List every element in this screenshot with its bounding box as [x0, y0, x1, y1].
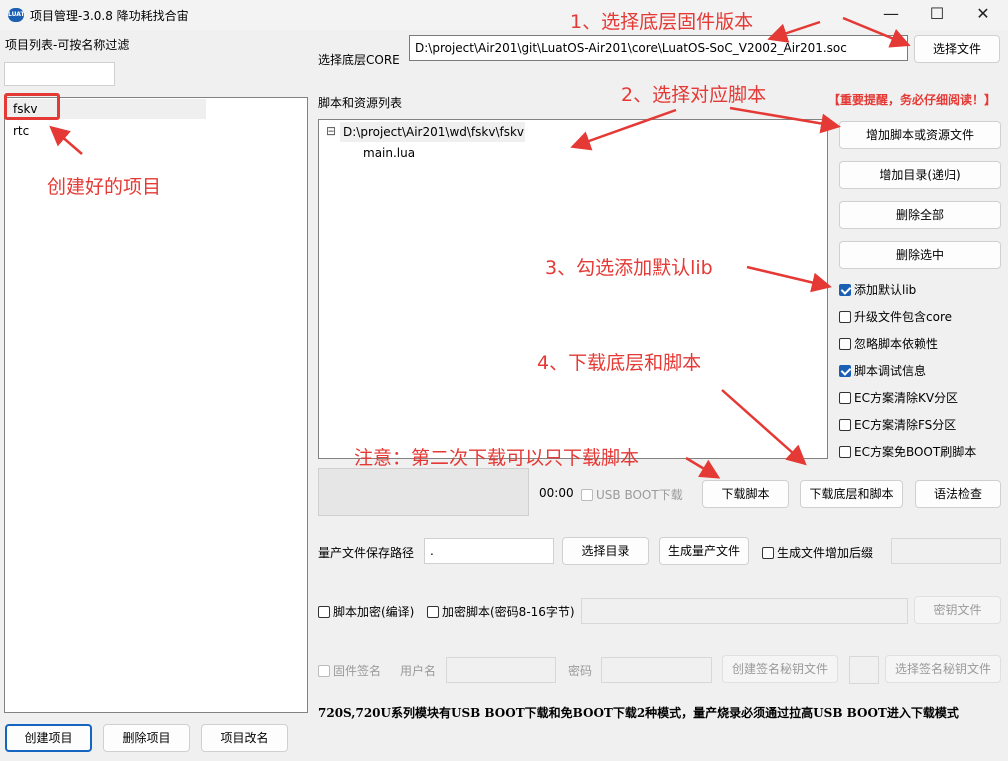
annotation-note: 注意：第二次下载可以只下载脚本	[354, 447, 640, 469]
tree-collapse-icon[interactable]: ⊟	[326, 124, 336, 138]
checkbox-checked-icon[interactable]	[839, 284, 851, 296]
script-tree	[318, 119, 828, 459]
checkbox-icon[interactable]	[839, 311, 851, 323]
option-debug-info[interactable]: 脚本调试信息	[839, 362, 926, 378]
select-core-file-button[interactable]: 选择文件	[914, 35, 1000, 63]
checkbox-checked-icon[interactable]	[839, 365, 851, 377]
checkbox-icon[interactable]	[318, 606, 330, 618]
annotation-step-4: 4、下载底层和脚本	[537, 352, 702, 374]
app-logo-icon: LUAT	[8, 8, 25, 22]
username-input[interactable]	[446, 657, 556, 683]
delete-selected-button[interactable]: 删除选中	[839, 241, 1001, 269]
suffix-input[interactable]	[891, 538, 1001, 564]
tree-root-folder[interactable]: D:\project\Air201\wd\fskv\fskv	[343, 125, 524, 139]
option-clear-kv[interactable]: EC方案清除KV分区	[839, 389, 958, 405]
arrow-note	[685, 456, 721, 479]
download-progress-box	[318, 468, 529, 516]
encrypt-script-checkbox[interactable]: 加密脚本(密码8-16字节)	[427, 603, 575, 619]
option-no-boot-flash[interactable]: EC方案免BOOT刷脚本	[839, 443, 976, 459]
encrypt-password-input[interactable]	[581, 598, 908, 624]
project-item-rtc[interactable]: rtc	[13, 124, 29, 138]
production-path-label: 量产文件保存路径	[318, 546, 415, 560]
annotation-step-3: 3、勾选添加默认lib	[545, 257, 713, 279]
checkbox-icon[interactable]	[318, 665, 330, 677]
annotation-step-1: 1、选择底层固件版本	[570, 11, 754, 33]
option-add-default-lib[interactable]: 添加默认lib	[839, 281, 916, 297]
highlight-box	[4, 93, 60, 120]
option-clear-fs[interactable]: EC方案清除FS分区	[839, 416, 956, 432]
usb-boot-checkbox[interactable]: USB BOOT下载	[581, 486, 683, 502]
select-sign-key-button[interactable]: 选择签名秘钥文件	[885, 655, 1001, 683]
option-ignore-dependency[interactable]: 忽略脚本依赖性	[839, 335, 938, 351]
sign-key-path-input[interactable]	[849, 656, 879, 684]
rename-project-button[interactable]: 项目改名	[201, 724, 288, 752]
create-project-button[interactable]: 创建项目	[5, 724, 92, 752]
checkbox-icon[interactable]	[839, 392, 851, 404]
important-warning-link[interactable]: 【重要提醒，务必仔细阅读！】	[828, 91, 996, 108]
option-include-core[interactable]: 升级文件包含core	[839, 308, 952, 324]
maximize-icon[interactable]: ☐	[914, 0, 960, 30]
checkbox-icon[interactable]	[762, 547, 774, 559]
core-path-input[interactable]: D:\project\Air201\git\LuatOS-Air201\core…	[409, 35, 908, 61]
window-title: 项目管理-3.0.8 降功耗找合宙	[30, 9, 189, 23]
checkbox-icon[interactable]	[839, 338, 851, 350]
password-input[interactable]	[601, 657, 712, 683]
project-filter-input[interactable]	[4, 62, 115, 86]
tree-file-main-lua[interactable]: main.lua	[363, 146, 415, 160]
download-script-button[interactable]: 下载脚本	[702, 480, 789, 508]
create-sign-key-button[interactable]: 创建签名秘钥文件	[722, 655, 838, 683]
checkbox-icon[interactable]	[839, 419, 851, 431]
production-path-input[interactable]: .	[424, 538, 554, 564]
core-label: 选择底层CORE	[318, 53, 400, 67]
script-list-label: 脚本和资源列表	[318, 96, 403, 110]
compile-encrypt-checkbox[interactable]: 脚本加密(编译)	[318, 603, 414, 619]
add-script-file-button[interactable]: 增加脚本或资源文件	[839, 121, 1001, 149]
annotation-step-2: 2、选择对应脚本	[621, 84, 767, 106]
download-core-and-script-button[interactable]: 下载底层和脚本	[800, 480, 903, 508]
generate-production-file-button[interactable]: 生成量产文件	[659, 537, 749, 565]
checkbox-icon[interactable]	[839, 446, 851, 458]
delete-project-button[interactable]: 删除项目	[103, 724, 190, 752]
download-timer: 00:00	[539, 486, 574, 500]
username-label: 用户名	[400, 664, 437, 678]
delete-all-button[interactable]: 删除全部	[839, 201, 1001, 229]
checkbox-icon[interactable]	[581, 489, 593, 501]
project-filter-label: 项目列表-可按名称过滤	[5, 38, 130, 52]
checkbox-icon[interactable]	[427, 606, 439, 618]
usb-boot-note: 720S,720U系列模块有USB BOOT下载和免BOOT下载2种模式，量产烧…	[318, 706, 959, 720]
minimize-icon[interactable]: —	[868, 0, 914, 30]
close-icon[interactable]: ✕	[960, 0, 1006, 30]
key-file-button[interactable]: 密钥文件	[914, 596, 1001, 624]
add-suffix-checkbox[interactable]: 生成文件增加后缀	[762, 544, 873, 560]
add-directory-button[interactable]: 增加目录(递归)	[839, 161, 1001, 189]
firmware-sign-checkbox[interactable]: 固件签名	[318, 662, 381, 678]
password-label: 密码	[568, 664, 593, 678]
annotation-created-project: 创建好的项目	[47, 176, 162, 198]
syntax-check-button[interactable]: 语法检查	[915, 480, 1001, 508]
select-directory-button[interactable]: 选择目录	[562, 537, 649, 565]
